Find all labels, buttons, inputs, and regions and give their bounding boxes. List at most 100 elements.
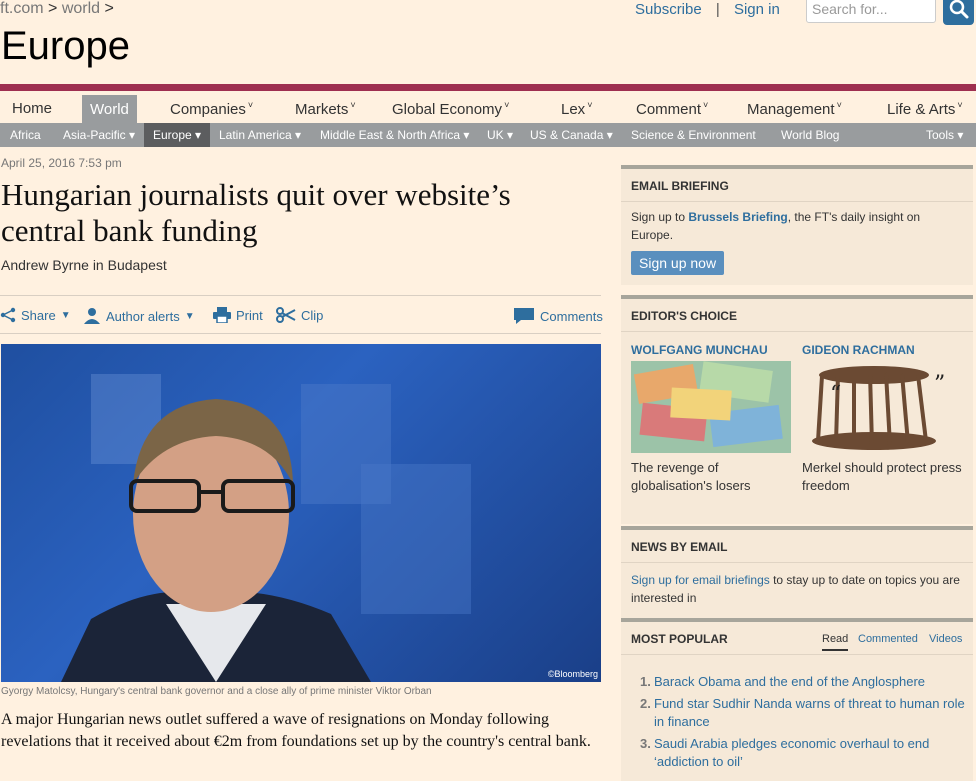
subnav-item-science[interactable]: Science & Environment: [631, 128, 756, 142]
print-label: Print: [236, 307, 263, 323]
comments-label: Comments: [540, 308, 603, 324]
search-icon: [949, 0, 969, 19]
most-popular-list: 1. Barack Obama and the end of the Anglo…: [640, 673, 970, 775]
sign-up-now-button[interactable]: Sign up now: [631, 251, 725, 275]
euro-banknotes-image[interactable]: [631, 361, 791, 453]
subnav-label: US & Canada: [530, 128, 604, 142]
editors-choice-title[interactable]: Merkel should protect press freedom: [802, 459, 962, 495]
article-date: April 25, 2016 7:53 pm: [1, 156, 122, 170]
list-item-number: 2.: [640, 696, 651, 711]
editors-choice-heading: EDITOR'S CHOICE: [621, 299, 973, 332]
breadcrumb-site-link[interactable]: ft.com: [0, 0, 44, 17]
list-item[interactable]: 2. Fund star Sudhir Nanda warns of threa…: [640, 695, 970, 731]
account-links: Subscribe | Sign in: [635, 1, 780, 18]
tab-commented[interactable]: Commented: [858, 633, 918, 645]
sign-in-link[interactable]: Sign in: [734, 1, 780, 18]
search-button[interactable]: [943, 0, 974, 25]
svg-text:”: ”: [934, 372, 945, 397]
article-byline: Andrew Byrne in Budapest: [1, 257, 167, 273]
print-button[interactable]: Print: [213, 307, 263, 323]
subnav-item-latin-america[interactable]: Latin America ▾: [219, 128, 301, 142]
brussels-briefing-link[interactable]: Brussels Briefing: [688, 210, 787, 224]
article-toolbar: Share ▼ Author alerts ▼ Print Clip Comme…: [0, 305, 603, 325]
email-briefing-panel: EMAIL BRIEFING Sign up to Brussels Brief…: [621, 165, 973, 285]
printer-icon: [213, 307, 231, 323]
tab-videos[interactable]: Videos: [929, 633, 962, 645]
comments-button[interactable]: Comments: [513, 307, 603, 325]
chevron-down-icon: ˅: [504, 100, 510, 110]
list-item[interactable]: 1. Barack Obama and the end of the Anglo…: [640, 673, 970, 691]
subnav-label: Europe: [153, 128, 192, 142]
chevron-down-icon: ˅: [247, 100, 254, 110]
email-briefings-link[interactable]: Sign up for email briefings: [631, 573, 770, 587]
list-item-link[interactable]: Barack Obama and the end of the Anglosph…: [654, 673, 925, 691]
editors-choice-item[interactable]: GIDEON RACHMAN ” “ Merkel should protect…: [802, 343, 962, 493]
subnav-item-tools[interactable]: Tools ▾: [926, 128, 963, 142]
editors-choice-panel: EDITOR'S CHOICE WOLFGANG MUNCHAU The rev…: [621, 295, 973, 524]
email-briefing-text-pre: Sign up to: [631, 210, 689, 224]
nav-item-management[interactable]: Management ˅: [747, 100, 842, 118]
subnav-item-asia-pacific[interactable]: Asia-Pacific ▾: [63, 128, 135, 142]
most-popular-header: MOST POPULAR Read Commented Videos: [621, 622, 973, 655]
subnav-item-europe[interactable]: Europe ▾: [144, 123, 211, 147]
chevron-down-icon: ˅: [350, 100, 356, 110]
share-label: Share: [21, 307, 56, 323]
divider: [0, 333, 601, 334]
editors-choice-title[interactable]: The revenge of globalisation's losers: [631, 459, 791, 495]
share-icon: [0, 307, 16, 323]
most-popular-heading: MOST POPULAR: [631, 632, 728, 646]
subnav-label: UK: [487, 128, 504, 142]
chevron-down-icon: ˅: [836, 100, 842, 110]
share-button[interactable]: Share ▼: [0, 307, 71, 323]
subnav-item-africa[interactable]: Africa: [10, 128, 41, 142]
list-item-link[interactable]: Fund star Sudhir Nanda warns of threat t…: [654, 695, 970, 731]
list-item-number: 3.: [640, 736, 651, 751]
clip-button[interactable]: Clip: [276, 307, 323, 323]
link-separator: |: [715, 1, 720, 18]
photo-caption: Gyorgy Matolcsy, Hungary's central bank …: [1, 686, 432, 697]
list-item[interactable]: 3. Saudi Arabia pledges economic overhau…: [640, 735, 970, 771]
editors-choice-author[interactable]: GIDEON RACHMAN: [802, 343, 962, 357]
nav-item-global-economy[interactable]: Global Economy ˅: [392, 100, 509, 118]
nav-item-life-arts[interactable]: Life & Arts ˅: [887, 100, 963, 118]
nav-item-markets[interactable]: Markets ˅: [295, 100, 356, 118]
email-briefing-heading: EMAIL BRIEFING: [621, 169, 973, 202]
subnav-label: Latin America: [219, 128, 292, 142]
list-item-link[interactable]: Saudi Arabia pledges economic overhaul t…: [654, 735, 970, 771]
list-item-number: 1.: [640, 674, 651, 689]
editors-choice-item[interactable]: WOLFGANG MUNCHAU The revenge of globalis…: [631, 343, 791, 493]
subscribe-link[interactable]: Subscribe: [635, 1, 702, 18]
nav-item-comment[interactable]: Comment ˅: [636, 100, 708, 118]
primary-nav: Home World Companies ˅ Markets ˅ Global Ec…: [0, 91, 976, 124]
subnav-item-world-blog[interactable]: World Blog: [781, 128, 839, 142]
nav-label: Global Economy: [392, 101, 503, 118]
breadcrumb-section-link[interactable]: world: [62, 0, 100, 17]
chevron-down-icon: ˅: [587, 100, 593, 110]
news-by-email-panel: NEWS BY EMAIL Sign up for email briefing…: [621, 526, 973, 618]
subnav-label: Middle East & North Africa: [320, 128, 461, 142]
subnav-label: Asia-Pacific: [63, 128, 126, 142]
email-briefing-text: Sign up to Brussels Briefing, the FT's d…: [621, 202, 973, 244]
author-alerts-button[interactable]: Author alerts ▼: [83, 307, 195, 325]
nav-item-lex[interactable]: Lex ˅: [561, 100, 592, 118]
birdcage-cartoon-image[interactable]: ” “: [802, 361, 962, 453]
nav-item-home[interactable]: Home: [12, 100, 52, 117]
subnav-item-uk[interactable]: UK ▾: [487, 128, 513, 142]
nav-label: Life & Arts: [887, 101, 956, 118]
subnav-item-us-canada[interactable]: US & Canada ▾: [530, 128, 613, 142]
tab-read[interactable]: Read: [822, 633, 849, 651]
article-headline: Hungarian journalists quit over website’…: [1, 177, 511, 248]
news-by-email-heading: NEWS BY EMAIL: [621, 530, 973, 563]
editors-choice-author[interactable]: WOLFGANG MUNCHAU: [631, 343, 791, 357]
nav-label: Lex: [561, 101, 586, 118]
subnav-label: Tools: [926, 128, 955, 142]
breadcrumb: ft.com > world >: [0, 0, 114, 18]
nav-label: Management: [747, 101, 835, 118]
nav-item-world[interactable]: World: [82, 95, 137, 124]
subnav-item-middle-east[interactable]: Middle East & North Africa ▾: [320, 128, 469, 142]
nav-item-companies[interactable]: Companies ˅: [170, 100, 253, 118]
search-input[interactable]: Search for...: [806, 0, 936, 23]
news-by-email-text: Sign up for email briefings to stay up t…: [621, 563, 973, 607]
chevron-down-icon: ▼: [184, 310, 195, 322]
nav-label: Markets: [295, 101, 349, 118]
